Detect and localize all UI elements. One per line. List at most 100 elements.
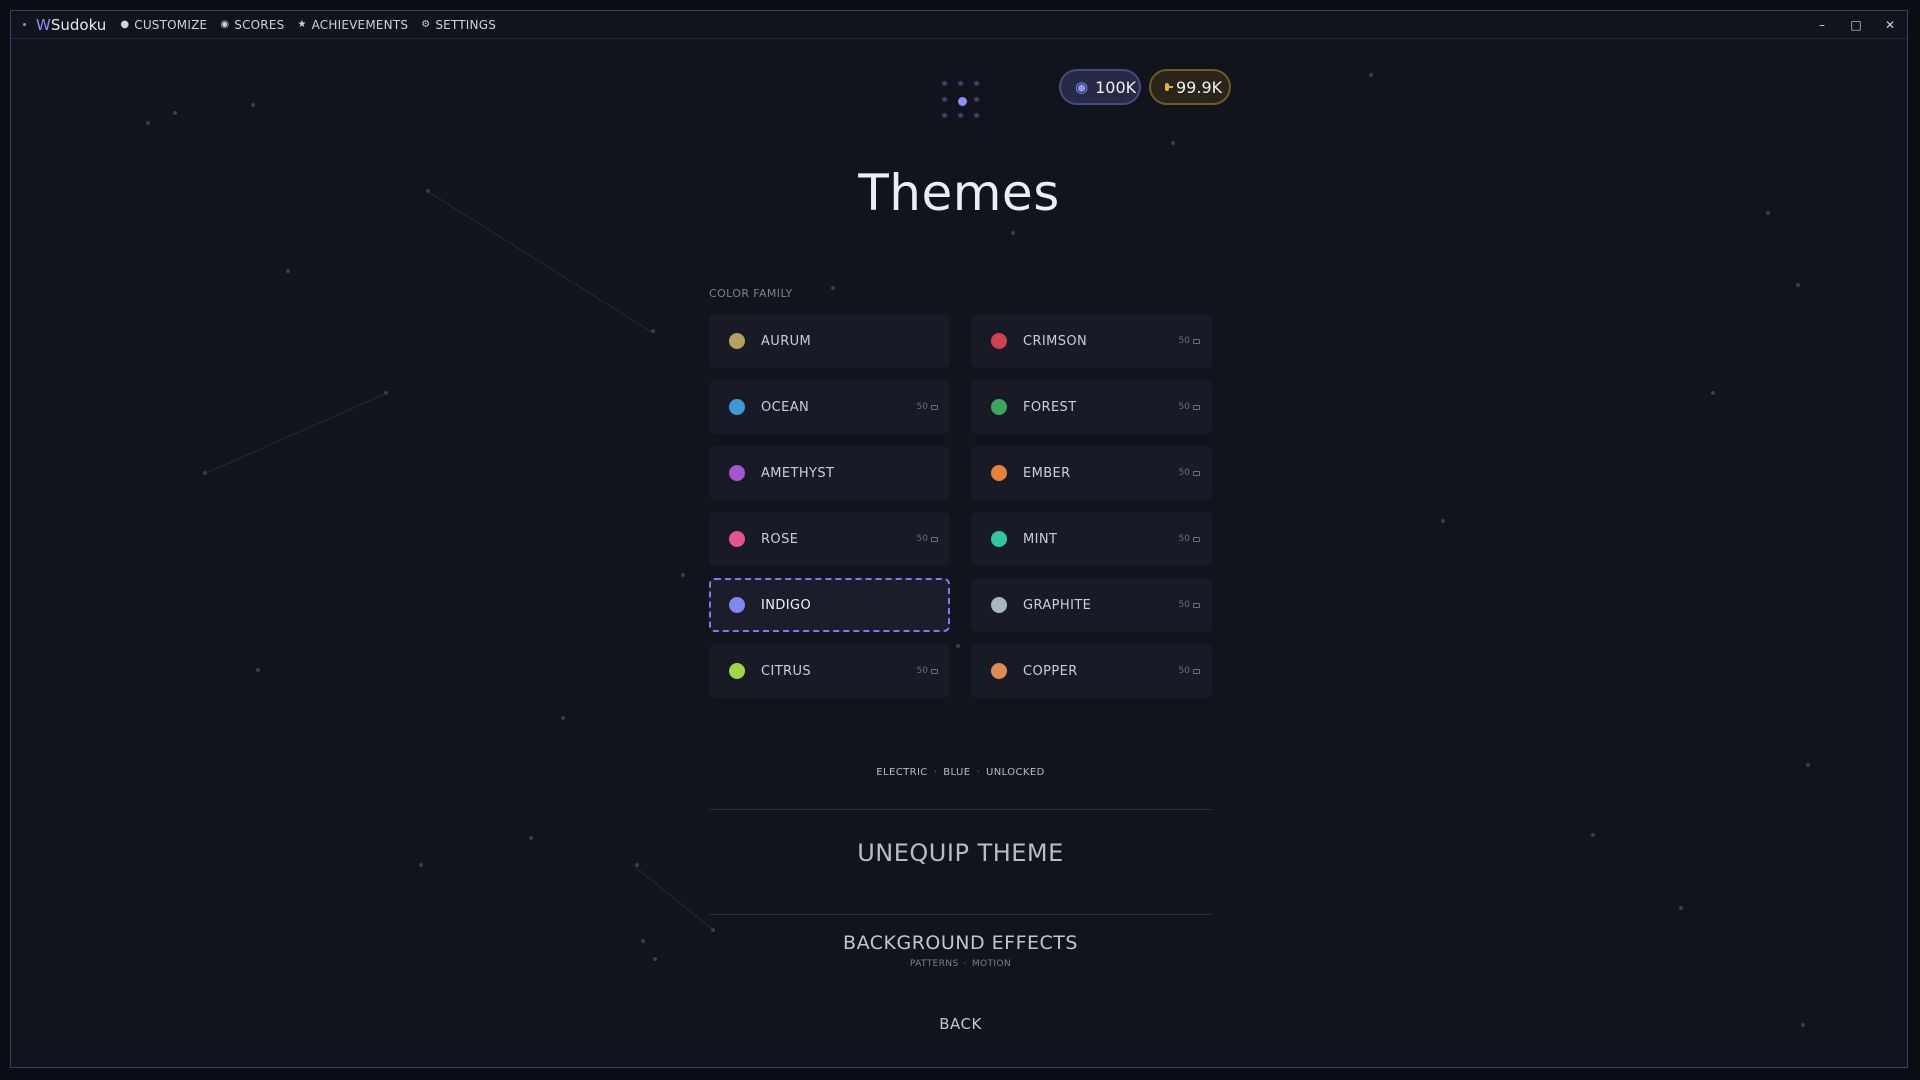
theme-label: FOREST bbox=[1023, 399, 1077, 415]
theme-label: ROSE bbox=[761, 531, 799, 547]
coin-icon bbox=[1193, 536, 1200, 542]
theme-card-indigo[interactable]: INDIGO bbox=[709, 578, 950, 632]
background-effects-button[interactable]: BACKGROUND EFFECTS bbox=[709, 932, 1212, 954]
minimize-button[interactable]: – bbox=[1805, 18, 1839, 32]
medal-icon: ◉ bbox=[220, 19, 230, 30]
price-value: 50 bbox=[1178, 468, 1190, 478]
coin-icon bbox=[931, 668, 938, 674]
color-swatch bbox=[991, 663, 1007, 679]
theme-card-copper[interactable]: COPPER 50 bbox=[971, 644, 1212, 698]
loader-dot bbox=[942, 81, 947, 86]
theme-price: 50 bbox=[917, 666, 938, 676]
theme-card-crimson[interactable]: CRIMSON 50 bbox=[971, 314, 1212, 368]
color-swatch bbox=[991, 399, 1007, 415]
color-swatch bbox=[729, 531, 745, 547]
menu-scores[interactable]: ◉ SCORES bbox=[220, 18, 284, 32]
theme-price: 50 bbox=[1179, 468, 1200, 478]
theme-label: AMETHYST bbox=[761, 465, 835, 481]
menu-customize[interactable]: ● CUSTOMIZE bbox=[120, 18, 207, 32]
theme-price: 50 bbox=[1179, 600, 1200, 610]
loading-indicator-icon bbox=[940, 79, 984, 123]
coin-icon bbox=[1193, 338, 1200, 344]
loader-dot bbox=[974, 97, 979, 102]
theme-label: CITRUS bbox=[761, 663, 812, 679]
theme-card-rose[interactable]: ROSE 50 bbox=[709, 512, 950, 566]
medal-icon: ◉ bbox=[1075, 78, 1089, 96]
unequip-theme-button[interactable]: UNEQUIP THEME bbox=[709, 839, 1212, 867]
color-swatch bbox=[729, 597, 745, 613]
background-effects-subtitle: PATTERNS · MOTION bbox=[909, 959, 1012, 969]
divider bbox=[709, 809, 1212, 810]
theme-price: 50 bbox=[1179, 336, 1200, 346]
app-title: WSudoku bbox=[36, 15, 107, 34]
theme-price: 50 bbox=[917, 402, 938, 412]
color-swatch bbox=[729, 333, 745, 349]
theme-card-amethyst[interactable]: AMETHYST bbox=[709, 446, 950, 500]
theme-label: GRAPHITE bbox=[1023, 597, 1092, 613]
coin-icon bbox=[1193, 404, 1200, 410]
coin-icon bbox=[1193, 602, 1200, 608]
color-swatch bbox=[991, 531, 1007, 547]
color-swatch bbox=[729, 399, 745, 415]
price-value: 50 bbox=[1178, 534, 1190, 544]
price-value: 50 bbox=[1178, 402, 1190, 412]
price-value: 50 bbox=[916, 534, 928, 544]
coin-icon bbox=[1193, 470, 1200, 476]
loader-dot-active bbox=[958, 97, 967, 106]
theme-card-mint[interactable]: MINT 50 bbox=[971, 512, 1212, 566]
coins-value: 99.9K bbox=[1176, 77, 1223, 97]
divider bbox=[709, 914, 1212, 915]
maximize-button[interactable]: □ bbox=[1839, 18, 1873, 32]
loader-dot bbox=[974, 81, 979, 86]
color-swatch bbox=[729, 465, 745, 481]
theme-label: MINT bbox=[1023, 531, 1058, 547]
loader-dot bbox=[958, 81, 963, 86]
title-bar: WSudoku ● CUSTOMIZE ◉ SCORES ★ ACHIEVEME… bbox=[11, 11, 1907, 39]
theme-label: AURUM bbox=[761, 333, 812, 349]
color-swatch bbox=[729, 663, 745, 679]
section-label: COLOR FAMILY bbox=[709, 287, 793, 300]
loader-dot bbox=[958, 113, 963, 118]
palette-icon: ● bbox=[120, 19, 130, 30]
theme-label: INDIGO bbox=[761, 597, 812, 613]
theme-label: CRIMSON bbox=[1023, 333, 1088, 349]
app-window: WSudoku ● CUSTOMIZE ◉ SCORES ★ ACHIEVEME… bbox=[10, 10, 1908, 1068]
theme-card-graphite[interactable]: GRAPHITE 50 bbox=[971, 578, 1212, 632]
back-button[interactable]: BACK bbox=[709, 1015, 1212, 1033]
theme-card-citrus[interactable]: CITRUS 50 bbox=[709, 644, 950, 698]
medals-value: 100K bbox=[1095, 77, 1137, 97]
theme-card-forest[interactable]: FOREST 50 bbox=[971, 380, 1212, 434]
theme-card-ocean[interactable]: OCEAN 50 bbox=[709, 380, 950, 434]
color-swatch bbox=[991, 333, 1007, 349]
coin-icon bbox=[931, 536, 938, 542]
theme-label: COPPER bbox=[1023, 663, 1078, 679]
theme-label: OCEAN bbox=[761, 399, 810, 415]
close-button[interactable]: ✕ bbox=[1873, 18, 1907, 32]
app-icon bbox=[23, 23, 26, 26]
color-swatch bbox=[991, 465, 1007, 481]
star-icon: ★ bbox=[297, 19, 307, 30]
page-title: Themes bbox=[858, 164, 1060, 222]
price-value: 50 bbox=[1178, 336, 1190, 346]
main-content: ◉ 100K 99.9K Themes COLOR FAMILY AURUM CR… bbox=[11, 39, 1907, 1067]
loader-dot bbox=[974, 113, 979, 118]
theme-price: 50 bbox=[917, 534, 938, 544]
theme-label: EMBER bbox=[1023, 465, 1071, 481]
medals-counter: ◉ 100K bbox=[1059, 69, 1141, 105]
color-swatch bbox=[991, 597, 1007, 613]
menu-achievements[interactable]: ★ ACHIEVEMENTS bbox=[297, 18, 408, 32]
loader-dot bbox=[942, 113, 947, 118]
coin-icon bbox=[1193, 668, 1200, 674]
price-value: 50 bbox=[916, 666, 928, 676]
menu-settings[interactable]: ⚙ SETTINGS bbox=[421, 18, 496, 32]
theme-card-aurum[interactable]: AURUM bbox=[709, 314, 950, 368]
theme-grid: AURUM CRIMSON 50 OCEAN 50 FOREST 50 AMETHYST EMB… bbox=[709, 314, 1212, 698]
coin-icon bbox=[1165, 83, 1173, 91]
theme-price: 50 bbox=[1179, 666, 1200, 676]
theme-info: ELECTRIC · BLUE · UNLOCKED bbox=[876, 767, 1045, 778]
theme-price: 50 bbox=[1179, 402, 1200, 412]
coin-icon bbox=[931, 404, 938, 410]
gear-icon: ⚙ bbox=[421, 19, 431, 30]
theme-card-ember[interactable]: EMBER 50 bbox=[971, 446, 1212, 500]
theme-price: 50 bbox=[1179, 534, 1200, 544]
